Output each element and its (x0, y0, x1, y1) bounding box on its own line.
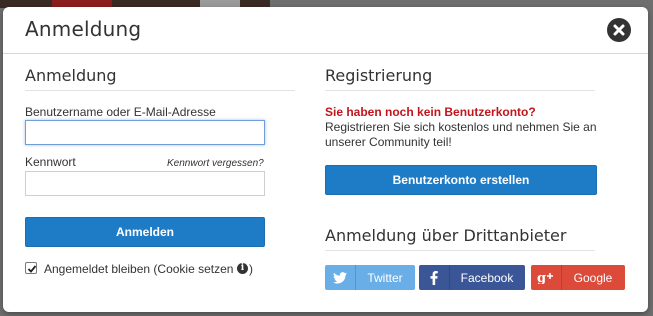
facebook-icon (419, 265, 450, 290)
twitter-login-button[interactable]: Twitter (325, 265, 415, 290)
twitter-label: Twitter (367, 271, 403, 285)
google-login-button[interactable]: g Google (531, 265, 625, 290)
login-dialog: Anmeldung Anmeldung Benutzername oder E-… (3, 7, 648, 312)
google-label: Google (573, 271, 613, 285)
login-button[interactable]: Anmelden (25, 217, 265, 247)
third-party-heading: Anmeldung über Drittanbieter (325, 226, 567, 245)
dialog-title: Anmeldung (25, 17, 142, 41)
close-button[interactable] (607, 18, 631, 42)
create-account-button[interactable]: Benutzerkonto erstellen (325, 165, 597, 195)
facebook-label: Facebook (460, 271, 514, 285)
remember-me-label-end: ) (249, 262, 253, 276)
password-input[interactable] (25, 171, 265, 196)
dialog-header: Anmeldung (3, 7, 648, 54)
facebook-login-button[interactable]: Facebook (419, 265, 525, 290)
third-party-heading-divider (325, 250, 595, 251)
password-label: Kennwort (25, 155, 76, 169)
checkmark-icon (27, 265, 37, 273)
remember-me-label: Angemeldet bleiben (Cookie setzen (44, 262, 234, 276)
login-heading: Anmeldung (25, 66, 117, 85)
close-icon (613, 24, 625, 36)
remember-me-checkbox[interactable] (25, 262, 37, 274)
username-input[interactable] (25, 120, 265, 145)
no-account-notice: Sie haben noch kein Benutzerkonto? (325, 105, 536, 119)
username-label: Benutzername oder E-Mail-Adresse (25, 105, 216, 119)
svg-text:g: g (537, 271, 546, 284)
google-plus-icon: g (531, 265, 562, 290)
login-heading-divider (25, 90, 295, 91)
register-description: Registrieren Sie sich kostenlos und nehm… (325, 120, 597, 149)
register-heading: Registrierung (325, 66, 433, 85)
register-heading-divider (325, 90, 595, 91)
forgot-password-link[interactable]: Kennwort vergessen? (167, 158, 264, 169)
info-icon[interactable]: i (237, 263, 248, 274)
twitter-icon (325, 265, 356, 290)
